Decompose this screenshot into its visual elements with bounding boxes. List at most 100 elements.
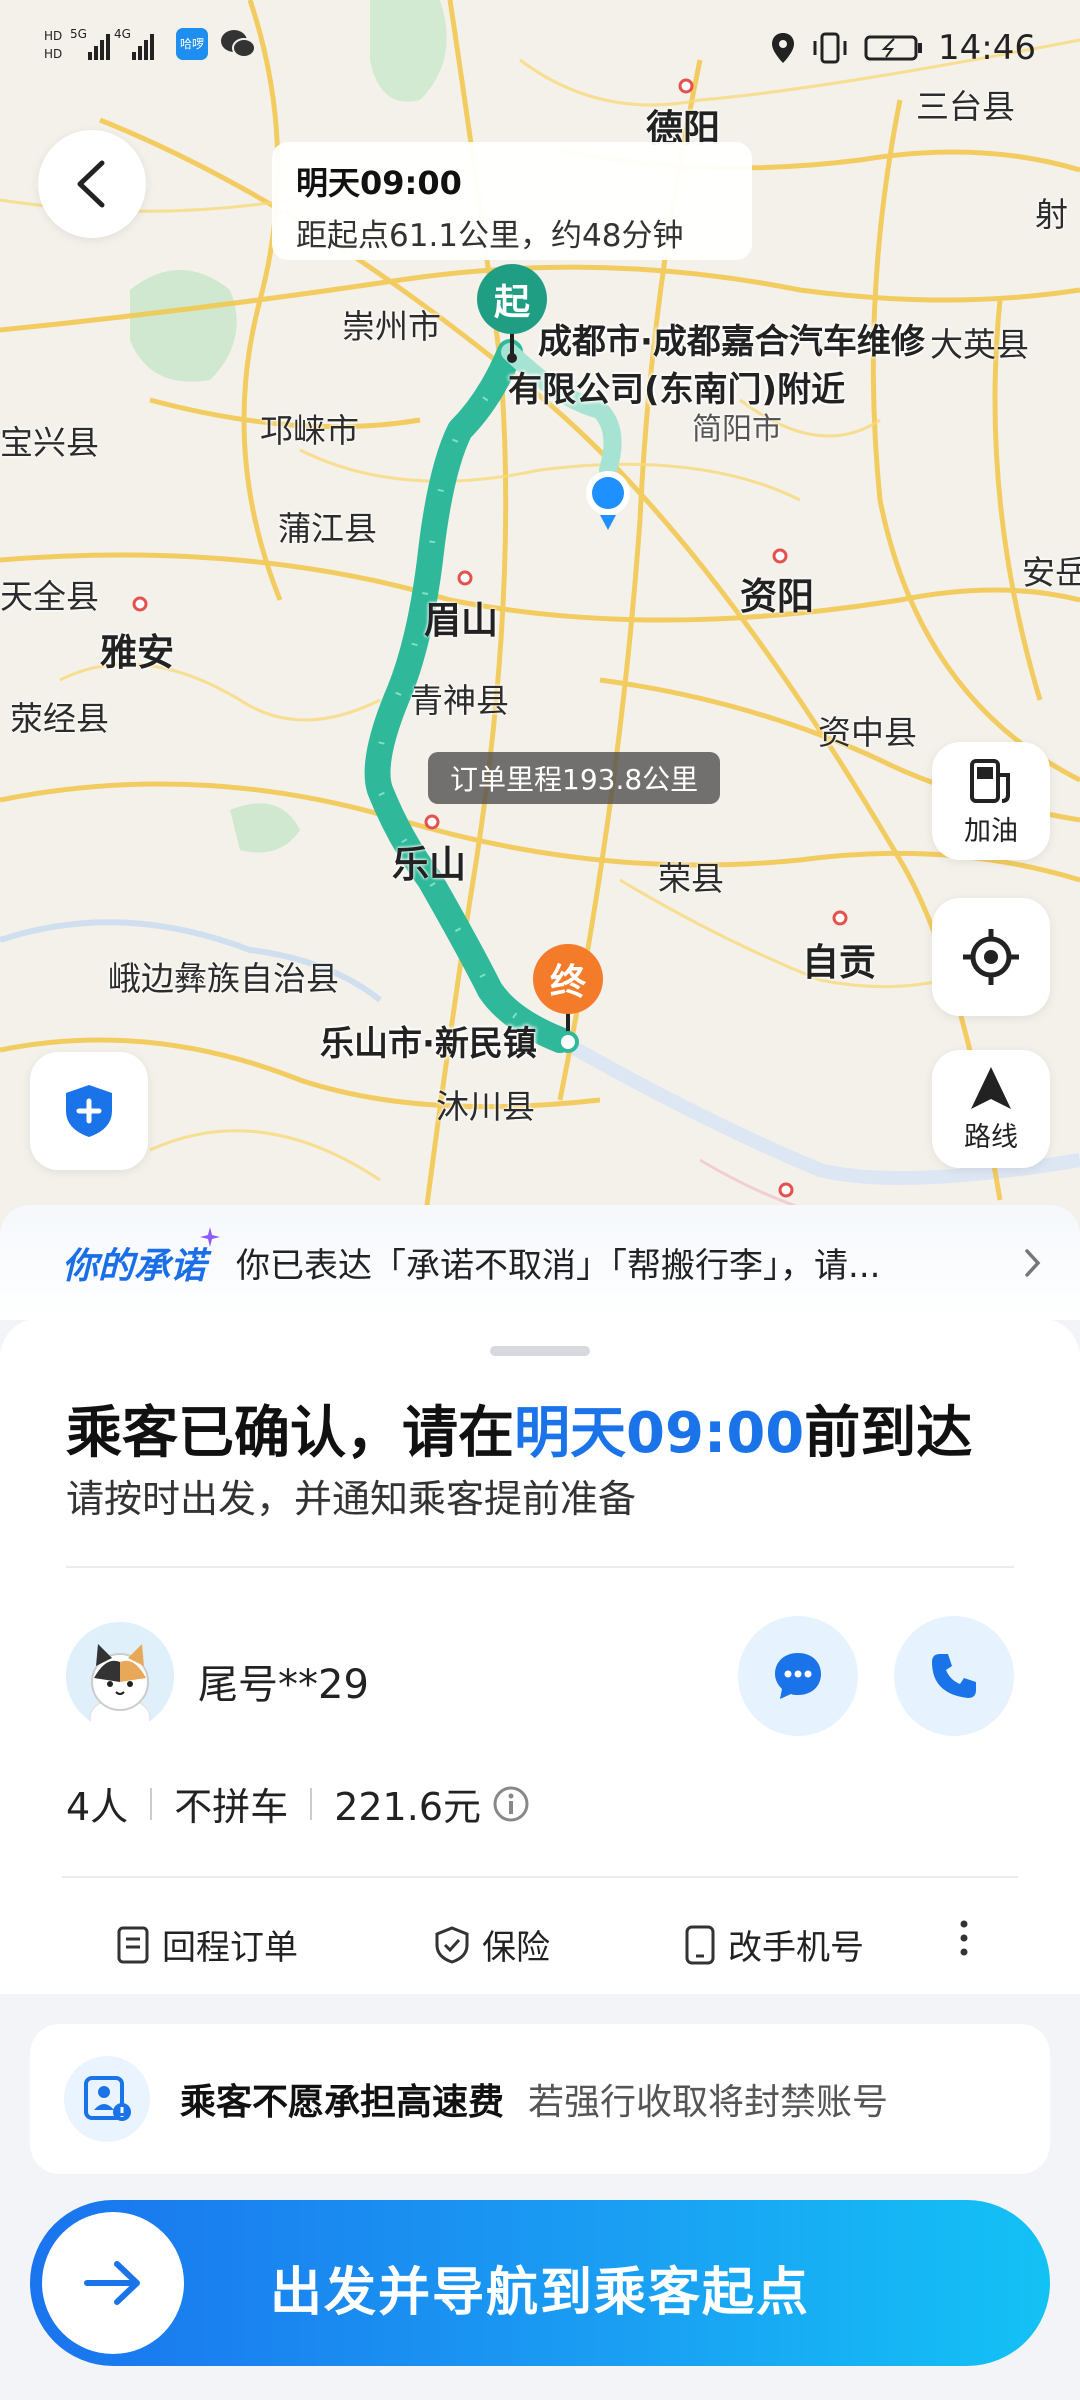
end-location-label: 乐山市·新民镇 <box>320 1024 537 1064</box>
location-icon <box>772 33 795 63</box>
start-navigation-button[interactable]: 出发并导航到乘客起点 <box>30 2200 1050 2366</box>
passenger-warning-icon <box>84 2076 131 2121</box>
divider <box>66 1566 1014 1568</box>
locate-button[interactable] <box>932 898 1050 1016</box>
order-actions: 回程订单 保险 改手机号 <box>30 1884 1050 1994</box>
city-label: 沐川县 <box>436 1087 535 1126</box>
city-label: 资阳 <box>740 575 814 618</box>
navigation-arrow-icon <box>971 1066 1011 1109</box>
more-button[interactable] <box>958 1918 970 1958</box>
city-label: 资中县 <box>818 713 917 752</box>
change-phone-button[interactable]: 改手机号 <box>684 1920 864 1969</box>
wechat-icon <box>221 30 256 58</box>
city-label: 雅安 <box>100 631 174 674</box>
city-label: 大英县 <box>930 325 1029 364</box>
status-left: HD HD 5G 4G 哈啰 <box>44 24 256 64</box>
status-right: 14:46 <box>770 28 1036 68</box>
svg-text:HD: HD <box>44 47 62 61</box>
separator <box>150 1787 153 1820</box>
battery-icon <box>864 35 923 61</box>
arrow-circle <box>42 2212 184 2354</box>
headline: 乘客已确认，请在明天09:00前到达 <box>66 1388 972 1469</box>
city-label: 峨边彝族自治县 <box>108 959 339 998</box>
city-label: 邛崃市 <box>260 411 359 450</box>
shield-icon <box>66 1085 112 1137</box>
end-pin[interactable]: 终 <box>533 944 603 1014</box>
promise-banner[interactable]: 你的承诺 你已表达「承诺不取消」「帮搬行李」，请... <box>0 1205 1080 1320</box>
start-location-line1: 成都市·成都嘉合汽车维修 <box>538 322 925 362</box>
warning-title: 乘客不愿承担高速费 <box>180 2082 505 2123</box>
vibrate-icon <box>813 32 847 64</box>
divider <box>62 1876 1018 1878</box>
return-order-button[interactable]: 回程订单 <box>116 1920 298 1969</box>
start-location-label: 成都市·成都嘉合汽车维修 有限公司(东南门)附近 <box>508 318 925 414</box>
start-location-line2: 有限公司(东南门)附近 <box>508 370 846 410</box>
return-order-label: 回程订单 <box>162 1928 298 1968</box>
sparkle-icon <box>200 1227 220 1247</box>
carpool-status: 不拼车 <box>174 1785 289 1829</box>
city-label: 安岳 <box>1022 553 1080 592</box>
city-label: 眉山 <box>424 599 498 642</box>
route-distance-label: 订单里程193.8公里 <box>428 752 721 804</box>
headline-prefix: 乘客已确认，请在 <box>66 1401 514 1466</box>
drag-handle[interactable] <box>490 1346 590 1356</box>
route-label: 路线 <box>964 1121 1018 1153</box>
fuel-button[interactable]: 加油 <box>932 742 1050 860</box>
more-vertical-icon <box>960 1920 968 1956</box>
mobile-icon <box>685 1925 715 1964</box>
call-button[interactable] <box>894 1616 1014 1736</box>
order-info: 4人 不拼车 221.6元 <box>66 1776 531 1831</box>
toll-warning-card: 乘客不愿承担高速费 若强行收取将封禁账号 <box>30 2024 1050 2174</box>
headline-suffix: 前到达 <box>804 1401 973 1466</box>
promise-tag: 你的承诺 <box>62 1245 207 1287</box>
chat-bubble-icon <box>775 1653 821 1699</box>
city-label: 射 <box>1035 195 1068 234</box>
city-label: 天全县 <box>0 577 99 616</box>
svg-text:HD: HD <box>44 29 62 43</box>
insurance-button[interactable]: 保险 <box>434 1920 550 1969</box>
map-view[interactable]: 德阳 三台县 射 崇州市 大英县 简阳市 邛崃市 宝兴县 蒲江县 资阳 安岳 天… <box>0 0 1080 1260</box>
order-price: 221.6元 <box>334 1785 481 1829</box>
change-phone-label: 改手机号 <box>728 1928 864 1968</box>
city-label: 荣县 <box>658 859 724 898</box>
passenger-count: 4人 <box>66 1785 129 1829</box>
chevron-left-icon <box>77 160 105 208</box>
svg-text:4G: 4G <box>114 27 131 41</box>
avatar[interactable] <box>66 1622 174 1730</box>
city-label: 乐山 <box>392 843 466 886</box>
back-button[interactable] <box>38 130 146 238</box>
message-button[interactable] <box>738 1616 858 1736</box>
city-label: 青神县 <box>410 681 509 720</box>
start-navigation-label: 出发并导航到乘客起点 <box>270 2263 811 2323</box>
promise-message: 你已表达「承诺不取消」「帮搬行李」，请... <box>236 1246 881 1286</box>
info-icon[interactable] <box>491 1784 531 1824</box>
safety-button[interactable] <box>30 1052 148 1170</box>
app-notification-icon: 哈啰 <box>176 28 208 60</box>
headline-time: 明天09:00 <box>514 1401 805 1466</box>
status-time: 14:46 <box>938 28 1036 68</box>
document-icon <box>117 1926 149 1963</box>
city-label: 宝兴县 <box>0 423 99 462</box>
order-card: 乘客已确认，请在明天09:00前到达 请按时出发，并通知乘客提前准备 尾号**2… <box>0 1318 1080 1994</box>
route-button[interactable]: 路线 <box>932 1050 1050 1168</box>
shield-check-icon <box>435 1925 469 1964</box>
fuel-icon <box>970 758 1010 803</box>
order-panel: 乘客已确认，请在明天09:00前到达 请按时出发，并通知乘客提前准备 尾号**2… <box>0 1318 1080 2400</box>
chevron-right-icon <box>1025 1248 1041 1277</box>
phone-icon <box>932 1654 976 1698</box>
crosshair-icon <box>963 929 1019 985</box>
city-label: 自贡 <box>802 941 876 984</box>
city-label: 崇州市 <box>342 307 441 346</box>
eta-time: 明天09:00 <box>296 164 462 202</box>
passenger-name: 尾号**29 <box>198 1662 369 1708</box>
city-label: 蒲江县 <box>278 509 377 548</box>
insurance-label: 保险 <box>482 1928 550 1968</box>
warning-icon-wrap <box>64 2056 150 2142</box>
cat-avatar-icon <box>89 1644 151 1730</box>
headline-subtext: 请按时出发，并通知乘客提前准备 <box>66 1477 637 1521</box>
signal-icon: HD HD 5G 4G <box>44 27 154 61</box>
svg-text:5G: 5G <box>70 27 87 41</box>
eta-distance: 距起点61.1公里，约48分钟 <box>296 218 684 254</box>
city-label: 荥经县 <box>10 699 109 738</box>
warning-detail: 若强行收取将封禁账号 <box>528 2082 889 2123</box>
